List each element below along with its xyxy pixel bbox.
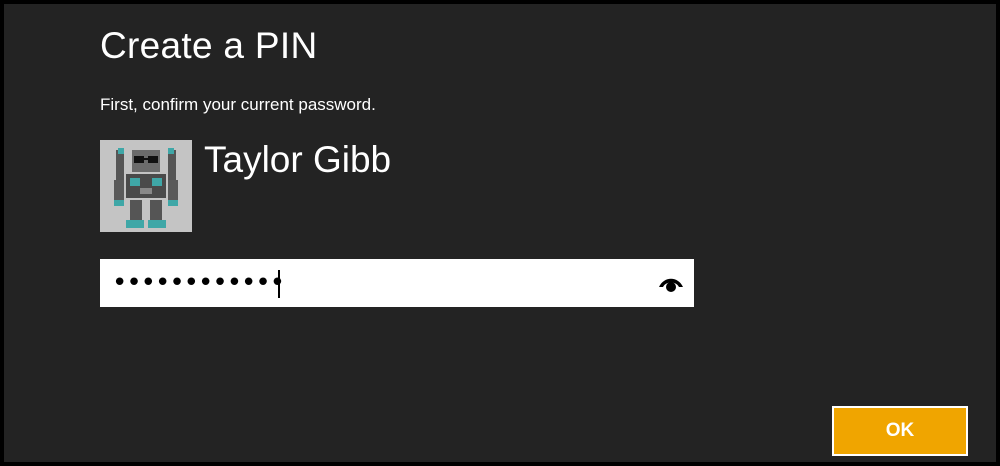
create-pin-dialog: Create a PIN First, confirm your current… xyxy=(4,4,996,462)
dialog-subtitle: First, confirm your current password. xyxy=(100,95,376,114)
password-input[interactable]: •••••••••••• xyxy=(100,259,694,307)
password-masked-value: •••••••••••• xyxy=(112,268,285,298)
dialog-title: Create a PIN xyxy=(100,25,318,66)
eye-icon[interactable] xyxy=(658,273,684,293)
user-avatar xyxy=(100,140,192,232)
ok-button[interactable]: OK xyxy=(832,406,968,456)
text-caret xyxy=(278,270,280,298)
robot-avatar-icon xyxy=(100,140,192,232)
user-name: Taylor Gibb xyxy=(204,139,392,180)
